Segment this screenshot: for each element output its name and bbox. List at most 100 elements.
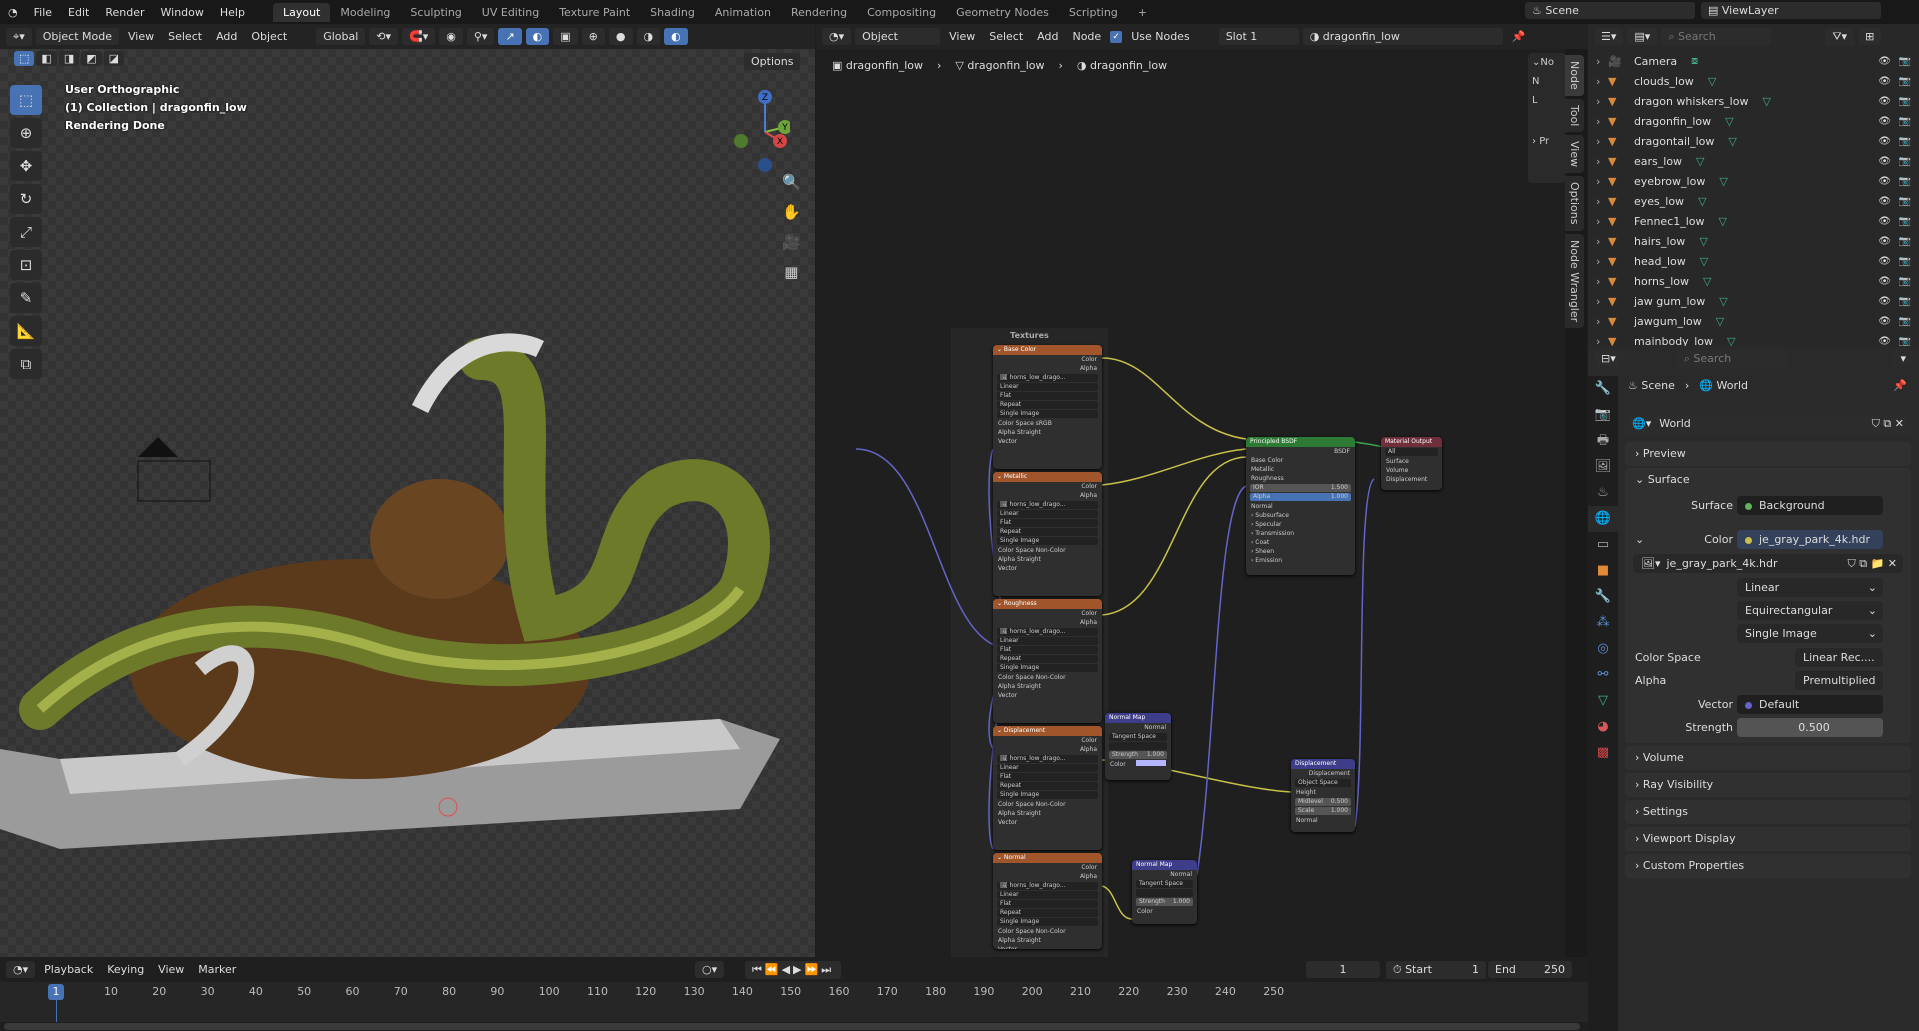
node-editor-canvas[interactable]: ▣ dragonfin_low › ▽ dragonfin_low › ◑ drag… <box>816 49 1566 957</box>
node-dropdown[interactable]: Flat <box>997 773 1098 781</box>
menu-edit[interactable]: Edit <box>60 6 97 19</box>
normal-map-node-1[interactable]: Normal Map Normal Tangent Space Strength… <box>1105 713 1171 780</box>
tab-modeling[interactable]: Modeling <box>330 3 400 22</box>
node-dropdown[interactable]: Flat <box>997 519 1098 527</box>
properties-panel-header[interactable]: › Pr <box>1532 136 1562 147</box>
select-new-icon[interactable]: ⬚ <box>14 51 35 66</box>
image-selector[interactable]: 🖼▾ je_gray_park_4k.hdr ⛉ ⧉ 📁 ✕ <box>1633 554 1903 573</box>
material-output-node[interactable]: Material Output All Surface Volume Displ… <box>1381 437 1442 490</box>
render-camera-icon[interactable]: 📷 <box>1899 256 1911 267</box>
shading-rendered-icon[interactable]: ◐ <box>664 28 688 45</box>
sidebar-tab-options[interactable]: Options <box>1565 176 1584 231</box>
gizmo-toggle-icon[interactable]: ↗ <box>498 28 522 45</box>
color-expand-chevron-icon[interactable]: ⌄ <box>1635 530 1644 550</box>
bsdf-subpanel[interactable]: › Coat <box>1246 538 1355 547</box>
displacement-node[interactable]: Displacement Displacement Object Space H… <box>1291 759 1355 832</box>
tab-scripting[interactable]: Scripting <box>1059 3 1128 22</box>
viewport-menu-view[interactable]: View <box>123 30 159 43</box>
render-camera-icon[interactable]: 📷 <box>1899 116 1911 127</box>
xray-icon[interactable]: ▣ <box>553 28 578 45</box>
alpha-field[interactable]: Alpha 1.000 <box>1250 493 1351 501</box>
node-dropdown[interactable]: Linear <box>997 891 1098 899</box>
start-frame-field[interactable]: ⏱ Start 1 <box>1386 960 1486 979</box>
node-dropdown[interactable]: Linear <box>997 383 1098 391</box>
expand-chevron-icon[interactable]: › <box>1588 155 1608 168</box>
transform-tool-icon[interactable]: ⊡ <box>10 250 42 280</box>
expand-chevron-icon[interactable]: › <box>1588 255 1608 268</box>
viewport-menu-add[interactable]: Add <box>211 30 242 43</box>
options-dropdown[interactable]: Options <box>744 53 801 70</box>
select-box-tool-icon[interactable]: ⬚ <box>10 85 42 115</box>
node-dropdown[interactable]: Single Image <box>997 410 1098 418</box>
render-camera-icon[interactable]: 📷 <box>1899 96 1911 107</box>
modifier-tab-icon[interactable]: 🔧 <box>1588 584 1618 610</box>
render-camera-icon[interactable]: 📷 <box>1899 276 1911 287</box>
playhead[interactable]: 1 <box>48 984 64 1000</box>
new-collection-icon[interactable]: ⊞ <box>1858 28 1882 45</box>
node-dropdown[interactable]: Single Image <box>997 537 1098 545</box>
expand-chevron-icon[interactable]: › <box>1588 215 1608 228</box>
outliner-item[interactable]: › ▼ hairs_low ▽ 👁 📷 <box>1588 231 1919 251</box>
timeline-view-menu[interactable]: View <box>153 963 189 976</box>
shading-wireframe-icon[interactable]: ⊕ <box>581 28 605 45</box>
outliner-item[interactable]: › ▼ jawgum_low ▽ 👁 📷 <box>1588 311 1919 331</box>
tab-uv-editing[interactable]: UV Editing <box>472 3 549 22</box>
node-dropdown[interactable]: Linear <box>997 764 1098 772</box>
properties-search-input[interactable]: ⌕ Search <box>1676 349 1787 368</box>
playback-menu[interactable]: Playback <box>39 963 98 976</box>
playback-controls[interactable]: ⏮⏪◀▶⏩⏭ <box>745 960 842 979</box>
color-space-dropdown[interactable]: Linear Rec.... <box>1795 648 1883 667</box>
perspective-grid-icon[interactable]: ▦ <box>782 257 801 287</box>
expand-chevron-icon[interactable]: › <box>1588 195 1608 208</box>
expand-chevron-icon[interactable]: › <box>1588 55 1608 68</box>
outliner-item[interactable]: › ▼ dragon whiskers_low ▽ 👁 📷 <box>1588 91 1919 111</box>
select-subtract-icon[interactable]: ◨ <box>58 51 80 66</box>
expand-chevron-icon[interactable]: › <box>1588 235 1608 248</box>
node-dropdown[interactable]: Repeat <box>997 401 1098 409</box>
image-texture-node[interactable]: ⌄ Metallic Color Alpha 🖼 horns_low_drago...… <box>993 472 1102 596</box>
node-menu-select[interactable]: Select <box>984 30 1028 43</box>
timeline-scrollbar[interactable] <box>4 1023 1580 1030</box>
outliner-item[interactable]: › ▼ clouds_low ▽ 👁 📷 <box>1588 71 1919 91</box>
menu-help[interactable]: Help <box>212 6 253 19</box>
scale-tool-icon[interactable]: ⤢ <box>10 217 42 247</box>
visibility-eye-icon[interactable]: 👁 <box>1878 56 1891 67</box>
overlay-toggle-icon[interactable]: ◐ <box>525 28 550 45</box>
render-camera-icon[interactable]: 📷 <box>1899 176 1911 187</box>
ray-visibility-section[interactable]: › Ray Visibility <box>1625 773 1911 797</box>
visibility-eye-icon[interactable]: 👁 <box>1878 196 1891 207</box>
filter-layer-icon[interactable]: ▤▾ <box>1627 28 1658 45</box>
object-tab-icon[interactable]: ■ <box>1588 558 1618 584</box>
visibility-icon[interactable]: ⚲▾ <box>466 28 495 45</box>
use-nodes-checkbox[interactable]: ✓ <box>1110 30 1123 43</box>
timeline-ruler[interactable]: 1 10 20 30 40 50 60 70 80 90 100 110 120 130 140 150 16… <box>0 982 1588 1022</box>
rotate-tool-icon[interactable]: ↻ <box>10 184 42 214</box>
surface-section-header[interactable]: ⌄ Surface <box>1625 468 1911 492</box>
node-dropdown[interactable]: Flat <box>997 900 1098 908</box>
pan-hand-icon[interactable]: ✋ <box>782 197 801 227</box>
properties-options-dropdown[interactable]: ▾ <box>1893 350 1913 367</box>
visibility-eye-icon[interactable]: 👁 <box>1878 216 1891 227</box>
viewport-display-section[interactable]: › Viewport Display <box>1625 827 1911 851</box>
custom-properties-section[interactable]: › Custom Properties <box>1625 854 1911 878</box>
outliner-search-input[interactable]: ⌕ Search <box>1661 27 1772 46</box>
tab-rendering[interactable]: Rendering <box>781 3 857 22</box>
node-menu-node[interactable]: Node <box>1067 30 1106 43</box>
color-input-field[interactable]: je_gray_park_4k.hdr <box>1737 530 1883 549</box>
tool-tab-icon[interactable]: 🔧 <box>1588 376 1618 402</box>
outliner-item[interactable]: › ▼ dragontail_low ▽ 👁 📷 <box>1588 131 1919 151</box>
source-dropdown[interactable]: Single Image ⌄ <box>1737 624 1883 643</box>
visibility-eye-icon[interactable]: 👁 <box>1878 136 1891 147</box>
outliner-item[interactable]: › ▼ Fennec1_low ▽ 👁 📷 <box>1588 211 1919 231</box>
viewport-menu-object[interactable]: Object <box>246 30 292 43</box>
timeline-editor-type-icon[interactable]: ◔▾ <box>6 961 36 978</box>
properties-editor-type-icon[interactable]: ⊟▾ <box>1594 350 1623 367</box>
bsdf-subpanel[interactable]: › Sheen <box>1246 547 1355 556</box>
bsdf-subpanel[interactable]: › Transmission <box>1246 529 1355 538</box>
image-selector[interactable]: 🖼 horns_low_drago... <box>997 755 1098 763</box>
visibility-eye-icon[interactable]: 👁 <box>1878 76 1891 87</box>
color-space-row[interactable]: Color Space Non-Color <box>993 546 1102 555</box>
node-dropdown[interactable]: Single Image <box>997 918 1098 926</box>
preview-section[interactable]: › Preview <box>1625 442 1911 466</box>
alpha-mode-row[interactable]: Alpha Straight <box>993 682 1102 691</box>
